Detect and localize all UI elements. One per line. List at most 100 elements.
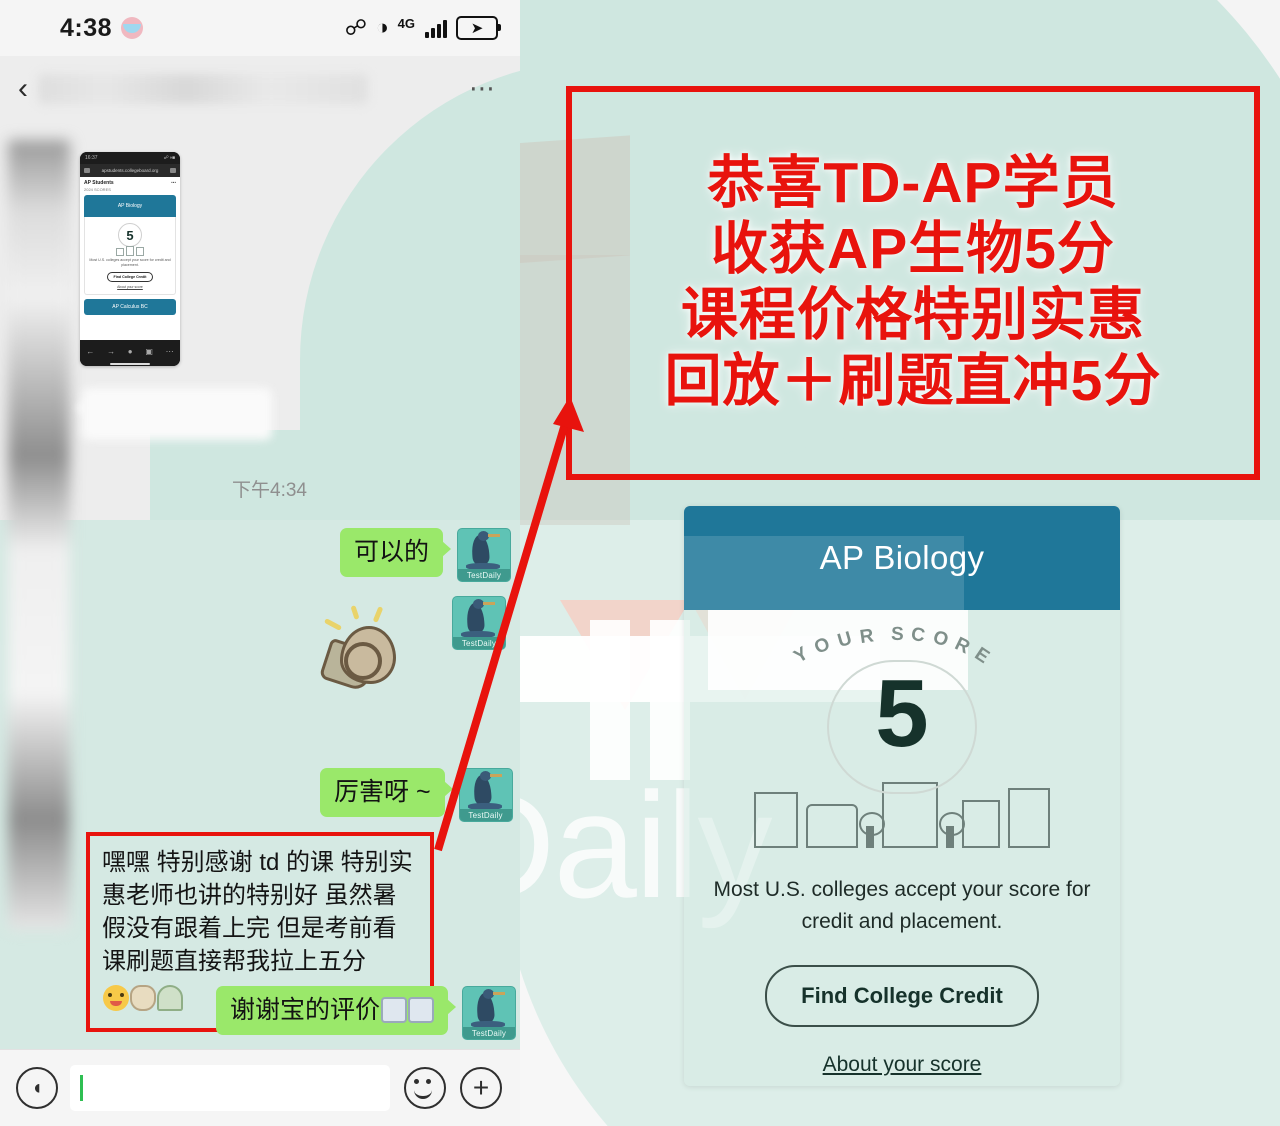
message-input-field[interactable] (70, 1065, 390, 1111)
emoji-icon[interactable] (404, 1067, 446, 1109)
thumb-card1-score: 5 (118, 223, 142, 247)
thumb-menu-icon: ⋯ (165, 346, 174, 356)
avatar[interactable]: TestDaily (457, 528, 512, 582)
chat-row-outgoing-2: 厉害呀 ~ TestDaily (320, 768, 513, 822)
sparkle-icon (350, 605, 360, 620)
thumb-buildings-icon (88, 246, 172, 256)
bird-beak-icon (489, 774, 502, 777)
avatar-label: TestDaily (453, 637, 505, 649)
score-ring: 5 (797, 660, 1007, 800)
message-bubble-1[interactable]: 可以的 (340, 528, 452, 578)
thumb-card1-title: AP Biology (117, 203, 143, 209)
thumb-page-menu-icon: ⋯ (171, 180, 176, 186)
thumb-url-bar[interactable]: apstudents.collegeboard.org (80, 164, 180, 177)
avatar-label: TestDaily (463, 1027, 516, 1039)
thumb-card2-title: AP Calculus BC (112, 303, 148, 310)
thumb-forward-icon: → (107, 346, 116, 356)
thumb-card1-link[interactable]: About your score (88, 285, 172, 289)
chat-row-sticker: TestDaily (452, 596, 506, 650)
ap-card-body: Y O U R S C O R E 5 Most U.S. colleges a… (684, 610, 1120, 1077)
bird-beak-icon (488, 534, 501, 537)
network-type-label: 4G (397, 16, 415, 31)
bird-beak-icon (493, 992, 506, 995)
chat-title-redacted (38, 74, 368, 104)
redacted-left-strip (8, 140, 70, 930)
thumb-browser-nav: ← → ● ▣ ⋯ (80, 340, 180, 362)
message-emoji-group (102, 982, 183, 1015)
status-time: 4:38 (60, 13, 113, 42)
chat-nav-bar: ‹ ⋯ (0, 56, 520, 122)
more-options-icon[interactable]: ⋯ (469, 76, 498, 101)
thumb-back-icon: ← (86, 346, 95, 356)
ok-hand-emoji-icon (130, 985, 156, 1012)
ap-card-header: AP Biology (684, 506, 1120, 610)
thumb-card1-desc: Most U.S. colleges accept your score for… (89, 258, 171, 268)
redacted-message-bubble (82, 388, 272, 440)
thumb-tabs-icon: ▣ (145, 346, 153, 356)
text-cursor (80, 1075, 83, 1101)
lock-icon (170, 168, 176, 173)
bluetooth-icon: ☍ (344, 15, 367, 40)
thumbs-up-sticker[interactable] (318, 605, 410, 693)
phone-chat-panel: 4:38 ☍ ◑ 4G ➤ ‹ ⋯ 16:37 ☍◑■ apstudents.c… (0, 0, 520, 1126)
message-input-bar: ◖ + (0, 1049, 520, 1126)
battery-charging-icon: ➤ (456, 16, 501, 40)
thumb-url-text: apstudents.collegeboard.org (101, 168, 159, 173)
thumb-status-bar: 16:37 ☍◑■ (80, 152, 180, 164)
crying-emoji-icon (408, 997, 435, 1023)
chat-row-outgoing-3: 谢谢宝的评价 TestDaily (216, 986, 517, 1040)
thumb-card1-body: 5 Most U.S. colleges accept your score f… (84, 217, 176, 295)
promo-line-4: 回放＋刷题直冲5分 (664, 348, 1162, 413)
wifi-icon: ◑ (375, 16, 389, 39)
praying-hands-emoji-icon (157, 985, 183, 1012)
bird-beak-icon (483, 602, 495, 605)
avatar[interactable]: TestDaily (452, 596, 506, 650)
chat-timestamp: 下午4:34 (232, 480, 307, 501)
screenshot-thumbnail-message[interactable]: 16:37 ☍◑■ apstudents.collegeboard.org AP… (80, 152, 180, 366)
avatar-label: TestDaily (458, 569, 511, 581)
back-icon[interactable]: ‹ (18, 74, 28, 104)
menu-icon (84, 168, 90, 173)
screenshot-root: TestDaily 4:38 ☍ ◑ 4G ➤ ‹ ⋯ (0, 0, 1280, 1126)
thumb-page-subtitle: 2024 SCORES (84, 187, 111, 192)
your-score-label: Y O U R S C O R E (790, 623, 996, 670)
thumb-status-icons: ☍◑■ (163, 155, 175, 161)
crying-emoji-icon (381, 997, 408, 1023)
ap-score-description: Most U.S. colleges accept your score for… (713, 878, 1091, 933)
about-your-score-link[interactable]: About your score (823, 1053, 982, 1077)
sparkle-icon (372, 606, 384, 623)
sparkle-icon (323, 618, 343, 631)
message-bubble-4[interactable]: 谢谢宝的评价 (216, 986, 457, 1036)
thumb-home-icon: ● (127, 346, 133, 356)
smiley-emoji-icon (103, 985, 129, 1012)
chat-row-outgoing-1: 可以的 TestDaily (340, 528, 512, 582)
thumb-page-title: AP Students ⋯ (84, 180, 176, 186)
status-icons: ☍ ◑ 4G ➤ (344, 15, 501, 40)
avatar-label: TestDaily (459, 809, 512, 821)
voice-message-icon[interactable]: ◖ (16, 1067, 58, 1109)
thumb-page-title-text: AP Students (84, 180, 114, 186)
thumb-page-content: AP Students ⋯ 2024 SCORES AP Biology 5 M… (80, 177, 180, 340)
thumb-home-indicator (80, 362, 180, 366)
status-bar: 4:38 ☍ ◑ 4G ➤ (0, 0, 520, 56)
find-college-credit-button[interactable]: Find College Credit (765, 965, 1039, 1027)
white-bar-left (590, 620, 630, 780)
message-bubble-2[interactable]: 厉害呀 ~ (320, 768, 453, 818)
signal-icon (425, 18, 447, 38)
ap-score-value: 5 (875, 660, 929, 767)
promo-banner: 恭喜TD-AP学员 收获AP生物5分 课程价格特别实惠 回放＋刷题直冲5分 (566, 86, 1260, 480)
thumb-card1-header: AP Biology (84, 195, 176, 217)
thumb-card2-header: AP Calculus BC (84, 298, 176, 315)
ap-score-card: AP Biology Y O U R S C O R E 5 Most U.S.… (684, 506, 1120, 1086)
plus-icon[interactable]: + (460, 1067, 502, 1109)
promo-line-2: 收获AP生物5分 (711, 217, 1115, 282)
thumb-card1-button[interactable]: Find College Credit (107, 271, 153, 282)
avatar[interactable]: TestDaily (458, 768, 513, 822)
app-badge-icon (121, 17, 144, 39)
thumb-status-time: 16:37 (85, 155, 98, 161)
promo-line-3: 课程价格特别实惠 (681, 283, 1145, 347)
promo-line-1: 恭喜TD-AP学员 (707, 151, 1119, 216)
ap-subject-title: AP Biology (819, 539, 985, 576)
avatar[interactable]: TestDaily (462, 986, 517, 1040)
hand-circle-icon (344, 642, 382, 680)
